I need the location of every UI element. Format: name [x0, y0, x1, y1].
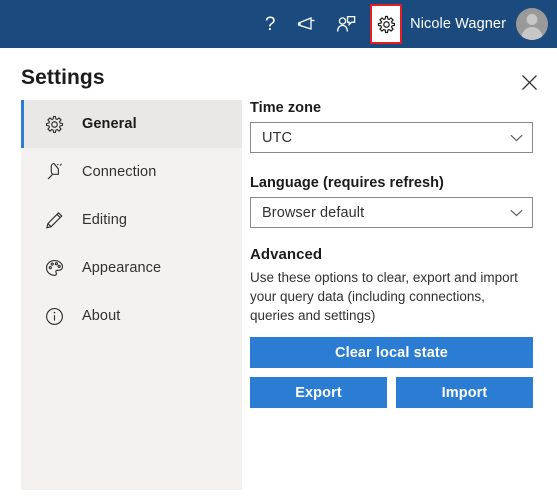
sidebar-item-label: Appearance — [82, 260, 162, 276]
avatar-body — [521, 27, 543, 40]
sidebar-item-label: Editing — [82, 212, 128, 228]
info-icon — [42, 304, 66, 328]
clear-local-state-button[interactable]: Clear local state — [250, 337, 533, 368]
settings-dialog-screen: ? Nicole Wagner Settings General Connect… — [0, 0, 557, 500]
settings-gear-icon[interactable] — [370, 4, 403, 44]
palette-icon — [42, 256, 66, 280]
sidebar-item-label: Connection — [82, 164, 157, 180]
chevron-down-icon — [510, 134, 523, 142]
help-icon[interactable]: ? — [254, 0, 286, 48]
language-label: Language (requires refresh) — [250, 175, 444, 191]
settings-content-pane: Time zone UTC Language (requires refresh… — [250, 100, 535, 408]
avatar[interactable] — [516, 8, 548, 40]
announcements-icon[interactable] — [292, 0, 324, 48]
topbar-icon-group: ? Nicole Wagner — [254, 0, 557, 48]
sidebar-item-about[interactable]: About — [21, 292, 242, 340]
help-icon-glyph: ? — [264, 13, 276, 35]
export-button[interactable]: Export — [250, 377, 387, 408]
chevron-down-icon — [510, 209, 523, 217]
sidebar-item-label: General — [82, 116, 137, 132]
sidebar-item-general[interactable]: General — [21, 100, 242, 148]
settings-sidebar: General Connection Editing Appearance Ab… — [21, 100, 242, 490]
top-navigation-bar: ? Nicole Wagner — [0, 0, 557, 48]
gear-icon — [42, 112, 66, 136]
language-select[interactable]: Browser default — [250, 197, 533, 228]
timezone-label: Time zone — [250, 100, 322, 116]
timezone-value: UTC — [262, 129, 293, 146]
plug-icon — [42, 160, 66, 184]
feedback-icon[interactable] — [330, 0, 362, 48]
advanced-heading: Advanced — [250, 246, 323, 263]
page-title: Settings — [21, 66, 105, 89]
export-import-button-row: Export Import — [250, 377, 535, 408]
avatar-head — [526, 14, 538, 25]
timezone-select[interactable]: UTC — [250, 122, 533, 153]
sidebar-item-appearance[interactable]: Appearance — [21, 244, 242, 292]
sidebar-item-label: About — [82, 308, 121, 324]
field-spacer — [250, 153, 535, 175]
pencil-icon — [42, 208, 66, 232]
advanced-description: Use these options to clear, export and i… — [250, 270, 518, 323]
sidebar-item-connection[interactable]: Connection — [21, 148, 242, 196]
language-value: Browser default — [262, 204, 365, 221]
sidebar-item-editing[interactable]: Editing — [21, 196, 242, 244]
close-icon[interactable] — [513, 66, 545, 98]
import-button[interactable]: Import — [396, 377, 533, 408]
user-name-label[interactable]: Nicole Wagner — [410, 16, 506, 32]
